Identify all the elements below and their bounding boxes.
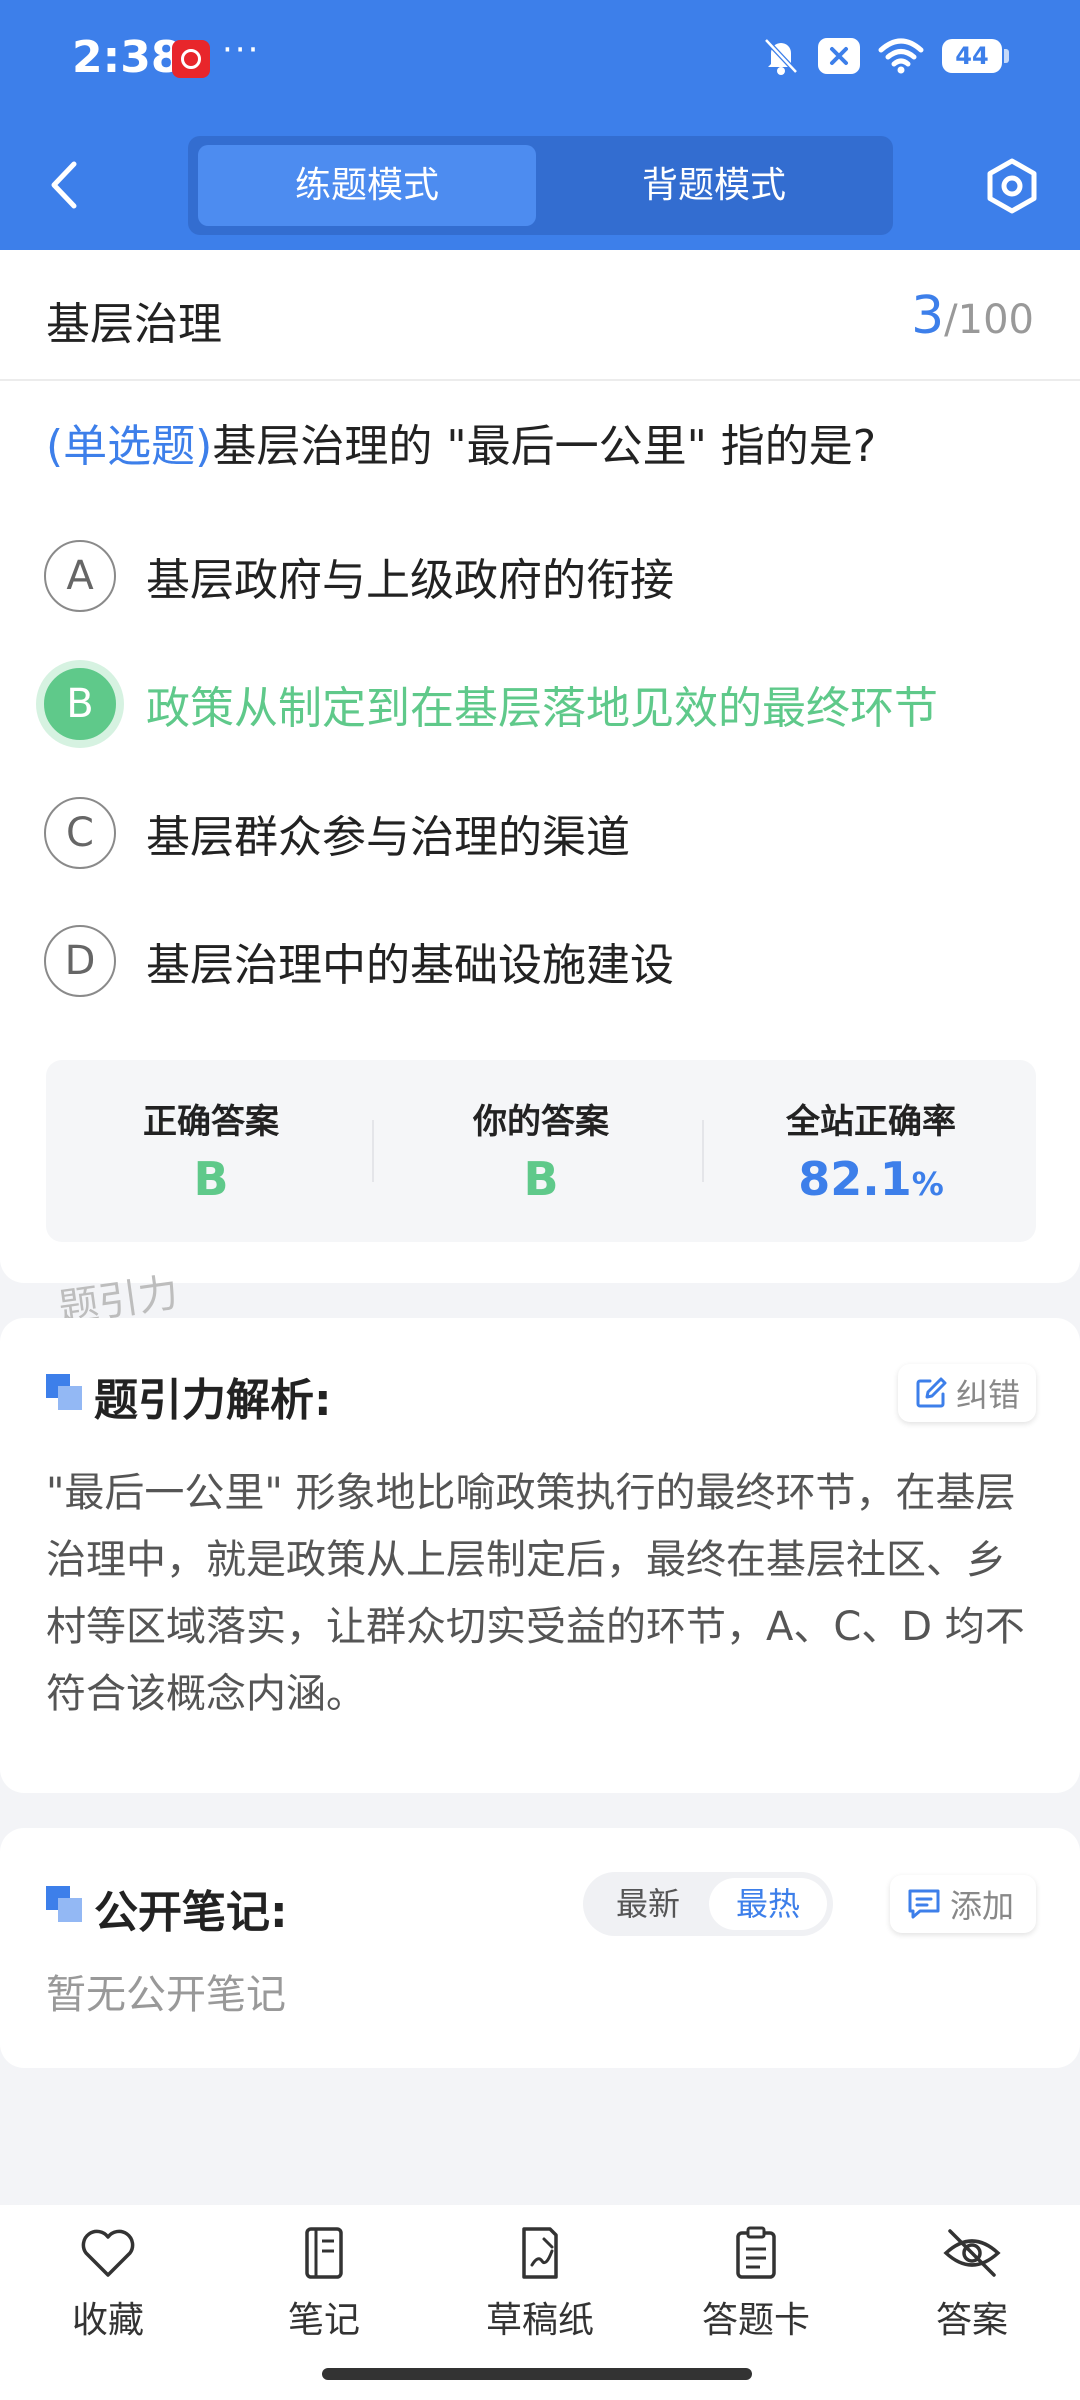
correct-answer-label: 正确答案 — [143, 1102, 279, 1142]
result-divider — [702, 1120, 704, 1182]
section-icon — [46, 1374, 82, 1410]
answer-result-box: 正确答案 B 你的答案 B 全站正确率 82.1% — [46, 1060, 1036, 1242]
nav-label: 草稿纸 — [485, 2300, 594, 2341]
nav-answer-card[interactable]: 答题卡 — [681, 2225, 831, 2345]
option-a[interactable]: A 基层政府与上级政府的衔接 — [44, 536, 674, 616]
answer-card-icon — [736, 2226, 776, 2279]
section-icon — [46, 1886, 82, 1922]
notes-title: 公开笔记: — [94, 1887, 288, 1938]
tab-memorize-mode[interactable]: 背题模式 — [545, 145, 883, 226]
correct-answer-col: 正确答案 B — [46, 1060, 376, 1242]
notes-card — [0, 1828, 1080, 2068]
wifi-icon — [878, 38, 924, 74]
option-text: 基层治理中的基础设施建设 — [146, 940, 674, 991]
draft-icon — [522, 2227, 558, 2279]
analysis-body: "最后一公里" 形象地比喻政策执行的最终环节，在基层治理中，就是政策从上层制定后… — [46, 1470, 1025, 1717]
eye-off-icon — [943, 2229, 1001, 2277]
nav-draft[interactable]: 草稿纸 — [465, 2225, 615, 2345]
nav-label: 答题卡 — [701, 2300, 810, 2341]
accuracy-col: 全站正确率 82.1% — [706, 1060, 1036, 1242]
your-answer-label: 你的答案 — [473, 1102, 609, 1142]
your-answer-value: B — [523, 1152, 559, 1206]
option-d[interactable]: D 基层治理中的基础设施建设 — [44, 921, 674, 1001]
edit-icon — [916, 1377, 947, 1408]
question-progress: 3/100 — [911, 286, 1034, 346]
settings-icon[interactable] — [982, 156, 1042, 216]
accuracy-number: 82.1 — [798, 1152, 912, 1206]
option-b[interactable]: B 政策从制定到在基层落地见效的最终环节 — [44, 664, 938, 744]
bell-off-icon — [764, 38, 798, 75]
question-text: 基层治理的 "最后一公里" 指的是? — [212, 421, 877, 472]
report-error-label: 纠错 — [956, 1376, 1021, 1414]
add-note-label: 添加 — [950, 1887, 1015, 1925]
home-indicator[interactable] — [322, 2368, 752, 2380]
nav-label: 笔记 — [287, 2300, 360, 2341]
option-letter: D — [44, 925, 116, 997]
option-c[interactable]: C 基层群众参与治理的渠道 — [44, 793, 630, 873]
analysis-title: 题引力解析: — [94, 1375, 332, 1426]
question-text-line: (单选题)基层治理的 "最后一公里" 指的是? — [46, 410, 876, 474]
question-type: (单选题) — [46, 421, 213, 472]
your-answer-col: 你的答案 B — [376, 1060, 706, 1242]
correct-answer-value: B — [193, 1152, 229, 1206]
close-badge-icon — [818, 38, 860, 74]
question-category: 基层治理 — [46, 299, 222, 350]
notes-empty-text: 暂无公开笔记 — [46, 1972, 286, 2018]
option-text: 基层群众参与治理的渠道 — [146, 812, 630, 863]
option-text: 政策从制定到在基层落地见效的最终环节 — [146, 683, 938, 734]
more-notifications-icon: ··· — [222, 30, 261, 70]
add-note-button[interactable]: 添加 — [890, 1875, 1036, 1933]
notes-sort-toggle: 最新 最热 — [583, 1872, 833, 1936]
sort-hot[interactable]: 最热 — [709, 1878, 827, 1930]
heart-icon — [81, 2229, 135, 2277]
top-header: 2:38 ··· 44 练题模式 背题模式 — [0, 0, 1080, 250]
result-divider — [372, 1120, 374, 1182]
option-letter: B — [44, 668, 116, 740]
accuracy-label: 全站正确率 — [786, 1102, 956, 1142]
back-button[interactable] — [40, 158, 90, 212]
nav-answer[interactable]: 答案 — [897, 2225, 1047, 2345]
header-divider — [0, 379, 1080, 381]
option-text: 基层政府与上级政府的衔接 — [146, 555, 674, 606]
report-error-button[interactable]: 纠错 — [898, 1364, 1036, 1422]
accuracy-unit: % — [911, 1165, 944, 1203]
option-letter: A — [44, 540, 116, 612]
nav-label: 答案 — [935, 2300, 1008, 2341]
progress-total: /100 — [944, 297, 1034, 343]
tab-practice-mode[interactable]: 练题模式 — [198, 145, 536, 226]
option-letter: C — [44, 797, 116, 869]
notebook-icon — [305, 2227, 343, 2279]
nav-label: 收藏 — [71, 2300, 144, 2341]
progress-current: 3 — [911, 286, 945, 346]
status-time: 2:38 — [72, 32, 182, 83]
accuracy-value: 82.1% — [706, 1152, 1036, 1206]
comment-icon — [908, 1889, 940, 1919]
sort-latest[interactable]: 最新 — [589, 1878, 707, 1930]
battery-indicator: 44 — [942, 39, 1009, 73]
status-icons: 44 — [762, 36, 1009, 76]
nav-notes[interactable]: 笔记 — [249, 2225, 399, 2345]
nav-favorite[interactable]: 收藏 — [33, 2225, 183, 2345]
mode-switch: 练题模式 背题模式 — [188, 136, 893, 235]
app-notification-icon — [172, 40, 210, 78]
